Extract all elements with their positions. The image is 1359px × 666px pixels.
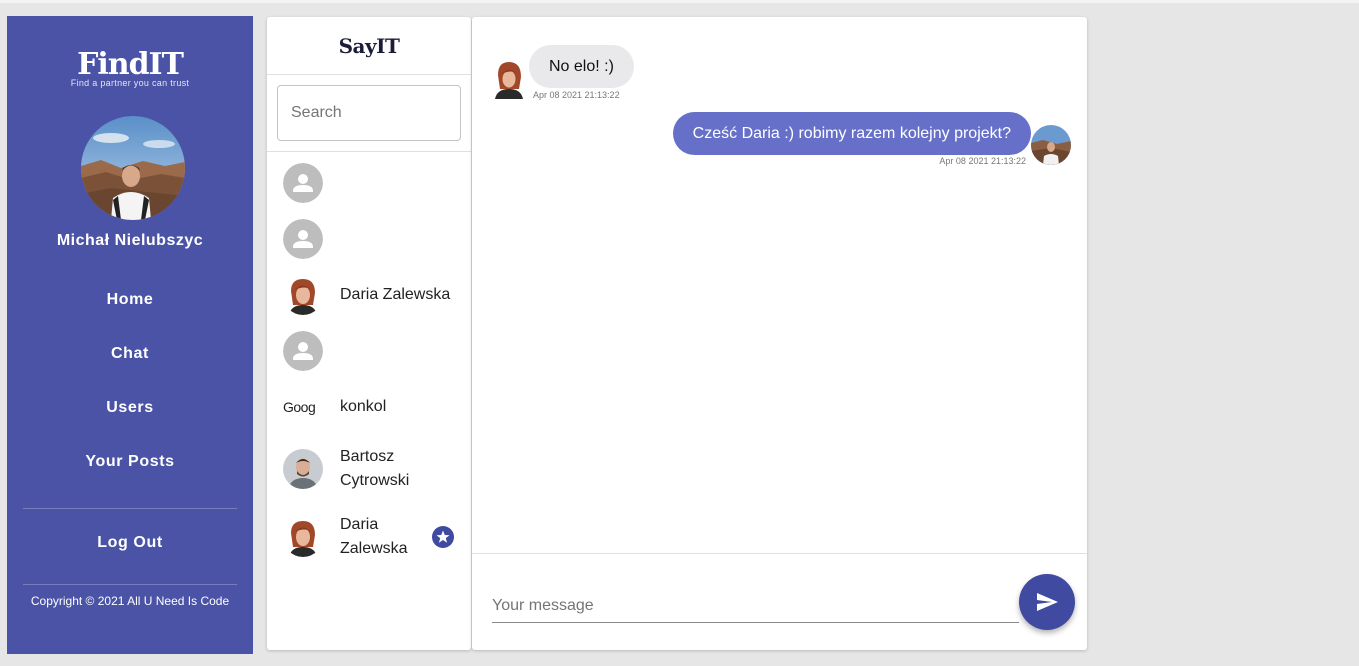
contacts-panel: SayIT Daria Zalewska (267, 17, 471, 650)
main-nav: Home Chat Users Your Posts (7, 280, 253, 496)
search-input[interactable] (277, 85, 461, 141)
contact-item[interactable]: Bartosz Cytrowski (267, 435, 471, 503)
logo-subtitle: Find a partner you can trust (70, 78, 190, 88)
google-logo-text: Goog (283, 399, 316, 415)
woman-avatar (283, 275, 323, 315)
nav-users[interactable]: Users (7, 388, 253, 442)
contact-item[interactable] (267, 323, 471, 379)
contact-item[interactable]: Daria Zalewska (267, 267, 471, 323)
default-avatar-icon (283, 331, 323, 371)
default-avatar-icon (283, 163, 323, 203)
contact-name: Bartosz Cytrowski (340, 448, 410, 489)
default-avatar-icon (283, 219, 323, 259)
copyright-text: Copyright © 2021 All U Need Is Code (30, 594, 230, 608)
app-title: SayIT (267, 17, 471, 75)
search-container (267, 75, 471, 152)
own-avatar (1031, 125, 1071, 165)
sidebar-divider (23, 584, 237, 585)
contact-item[interactable] (267, 155, 471, 211)
incoming-message-bubble: No elo! :) (529, 45, 634, 88)
sender-avatar (493, 59, 525, 99)
contact-name: Daria Zalewska (340, 286, 451, 303)
send-icon (1037, 593, 1058, 611)
send-button[interactable] (1019, 574, 1075, 630)
logo-title: FindIT (77, 47, 184, 82)
message-timestamp: Apr 08 2021 21:13:22 (939, 156, 1026, 166)
woman-avatar (283, 517, 323, 557)
outgoing-message-bubble: Cześć Daria :) robimy razem kolejny proj… (672, 112, 1031, 155)
logout-button[interactable]: Log Out (7, 534, 253, 552)
contact-item[interactable] (267, 211, 471, 267)
chat-divider (472, 553, 1087, 554)
contact-name: konkol (340, 398, 387, 415)
man-avatar (283, 449, 323, 489)
nav-home[interactable]: Home (7, 280, 253, 334)
star-icon[interactable] (432, 526, 454, 548)
contact-item[interactable]: Daria Zalewska (267, 503, 471, 571)
user-name: Michał Nielubszyc (56, 232, 204, 249)
nav-your-posts[interactable]: Your Posts (7, 442, 253, 496)
message-timestamp: Apr 08 2021 21:13:22 (533, 90, 620, 100)
message-input[interactable] (492, 590, 1019, 623)
contact-item[interactable]: Goog konkol (267, 379, 471, 435)
sidebar-divider (23, 508, 237, 509)
app-logo[interactable]: FindIT Find a partner you can trust (7, 47, 253, 89)
google-logo-icon: Goog (283, 387, 323, 427)
browser-top-strip (0, 0, 1359, 3)
chat-panel: No elo! :) Apr 08 2021 21:13:22 Cześć Da… (472, 17, 1087, 650)
contact-name: Daria Zalewska (340, 516, 408, 557)
sidebar: FindIT Find a partner you can trust Mich… (7, 16, 253, 654)
profile-avatar[interactable] (81, 116, 185, 220)
contact-list: Daria Zalewska Goog konkol Bartosz Cytro… (267, 152, 471, 571)
nav-chat[interactable]: Chat (7, 334, 253, 388)
